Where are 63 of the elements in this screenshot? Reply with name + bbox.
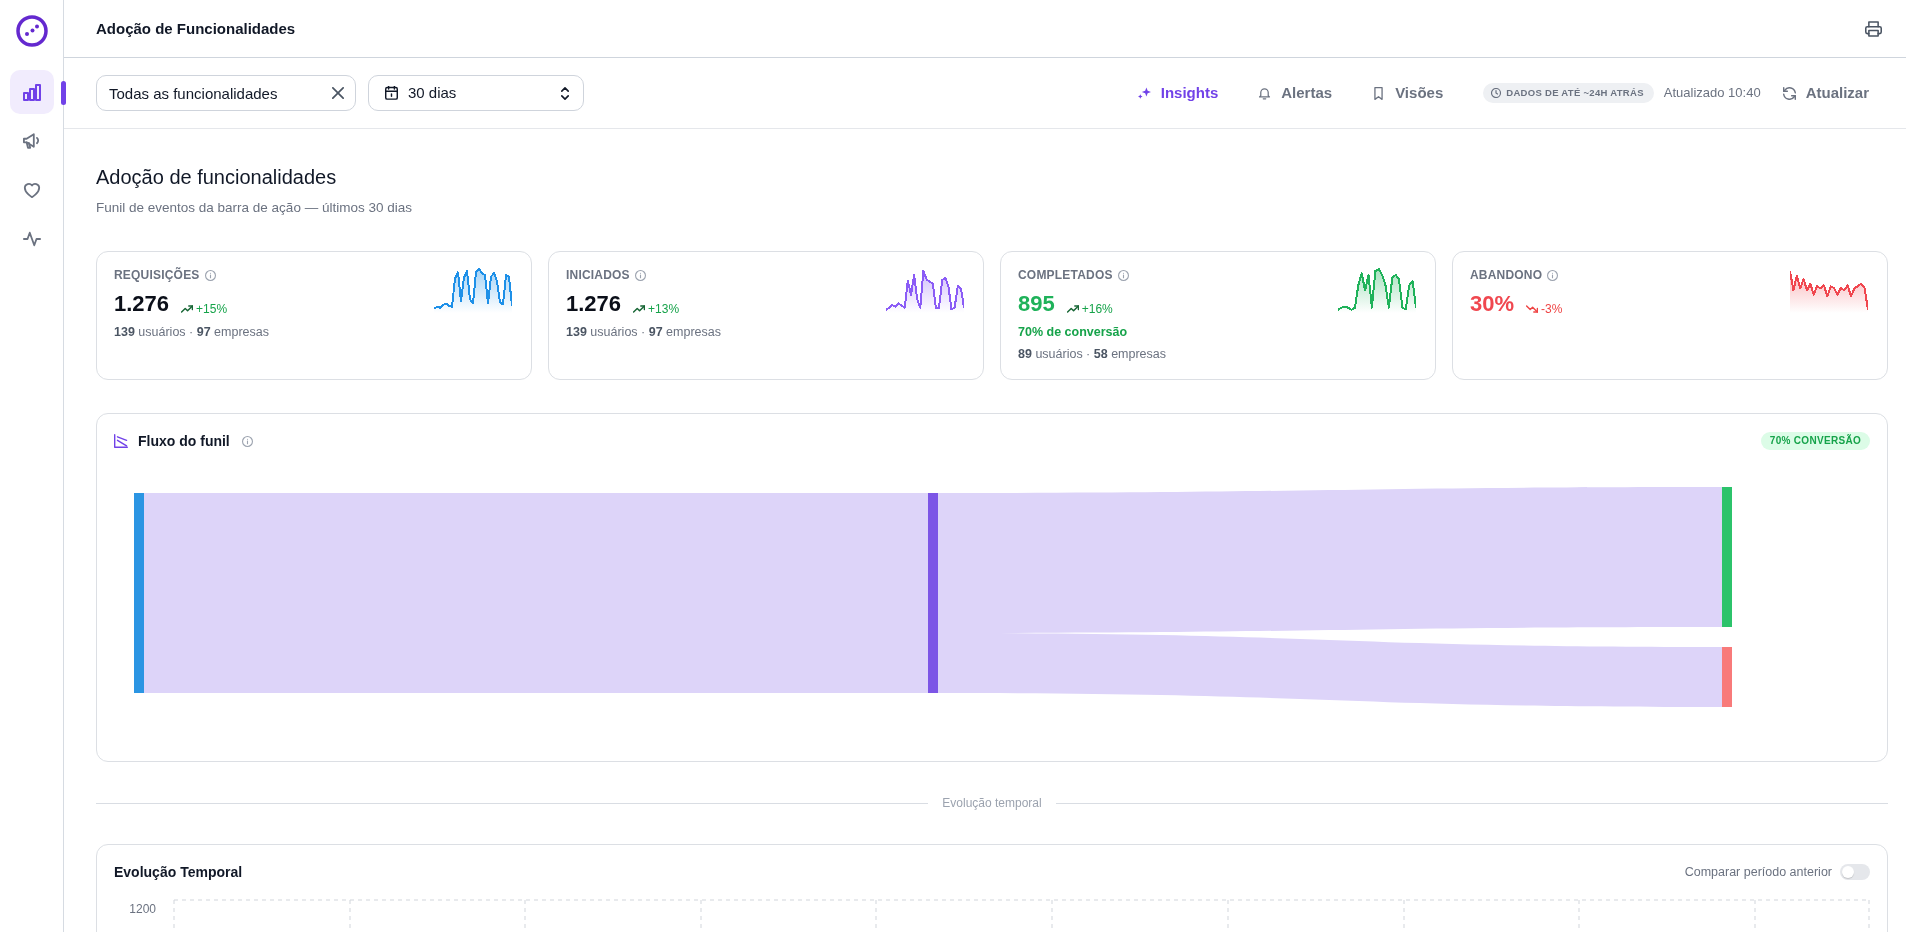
metric-value: 30%: [1470, 291, 1515, 317]
clock-icon: [1491, 88, 1502, 98]
chart-icon: [114, 434, 128, 448]
metric-value: 1.276: [566, 291, 622, 317]
section-divider-label: Evolução temporal: [942, 795, 1042, 812]
sidebar-item[interactable]: [9, 70, 54, 114]
trend-up-icon: [1066, 305, 1079, 313]
megaphone-icon: [22, 132, 41, 150]
page-title: Adoção de funcionalidades: [96, 165, 338, 189]
metric-label: ABANDONO: [1470, 267, 1543, 283]
freshness-label: DADOS DE ATÉ ~24H ATRÁS: [1506, 87, 1644, 99]
active-indicator: [61, 81, 66, 105]
users-companies-text: 139 usuários · 97 empresas: [114, 324, 269, 341]
trend-text: -3%: [1541, 302, 1563, 316]
users-companies-text: 89 usuários · 58 empresas: [1018, 346, 1166, 363]
card-title: Fluxo do funil: [138, 431, 230, 451]
conversion-text: 70% de conversão: [1018, 324, 1129, 341]
pulse-icon: [22, 230, 41, 248]
sparkle-icon: [1137, 86, 1151, 100]
trend-up-icon: [181, 305, 194, 313]
info-icon: [1547, 269, 1559, 281]
calendar-icon: [385, 86, 398, 100]
trend-down-icon: [1526, 305, 1539, 313]
metric-label: INICIADOS: [566, 267, 630, 283]
compare-toggle[interactable]: [1840, 864, 1870, 880]
compare-label: Comparar período anterior: [1684, 863, 1832, 881]
feature-filter-field[interactable]: Todas as funcionalidades: [96, 75, 356, 111]
period-select[interactable]: 30 dias: [368, 75, 584, 111]
refresh-icon: [1782, 86, 1796, 100]
page-subtitle: Funil de eventos da barra de ação — últimos 30 dias: [96, 199, 413, 217]
axis-label: 1200: [129, 902, 156, 916]
heart-icon: [22, 181, 41, 199]
metric-label: COMPLETADOS: [1018, 267, 1113, 283]
logo-icon: [15, 15, 48, 47]
printer-icon: [1865, 20, 1882, 37]
flow-node: [1722, 647, 1732, 707]
info-icon: [1117, 269, 1129, 281]
info-icon: [634, 269, 646, 281]
users-companies-text: 139 usuários · 97 empresas: [566, 324, 721, 341]
clear-button[interactable]: [332, 87, 344, 99]
trend-up-icon: [633, 305, 646, 313]
metric-label: REQUISIÇÕES: [114, 267, 200, 283]
print-button[interactable]: [1865, 20, 1882, 37]
info-icon: [241, 435, 253, 447]
bell-icon: [1258, 86, 1272, 100]
page-header-title: Adoção de Funcionalidades: [96, 19, 296, 38]
metric-value: 895: [1018, 291, 1055, 317]
toolbar-tab[interactable]: Alertas: [1258, 81, 1333, 105]
metric-value: 1.276: [114, 291, 170, 317]
bookmark-icon: [1372, 86, 1386, 100]
conversion-badge: 70% CONVERSÃO: [1760, 432, 1870, 450]
trend-text: +15%: [196, 302, 228, 316]
toolbar-tab[interactable]: Visões: [1372, 81, 1444, 105]
trend-text: +16%: [1081, 302, 1113, 316]
bar-chart-icon: [22, 83, 41, 101]
refresh-button[interactable]: Atualizar: [1782, 81, 1869, 105]
close-icon: [332, 87, 344, 99]
info-icon: [204, 269, 216, 281]
card-title: Evolução Temporal: [114, 862, 243, 882]
trend-text: +13%: [648, 302, 680, 316]
toolbar-tab[interactable]: Insights: [1137, 81, 1219, 105]
updated-time: Atualizado 10:40: [1663, 84, 1761, 103]
chevrons-icon: [561, 86, 569, 100]
